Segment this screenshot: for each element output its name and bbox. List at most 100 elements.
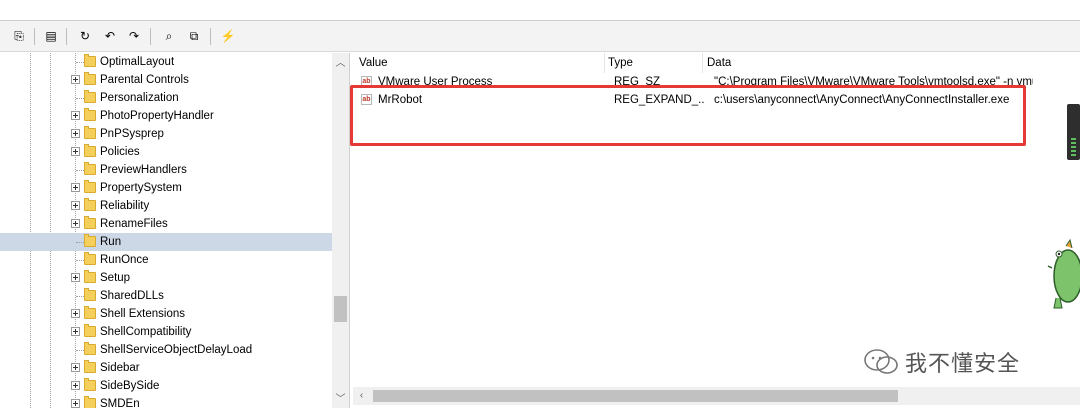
tree-item[interactable]: Policies [0, 143, 332, 161]
forward-icon[interactable]: ↷ [125, 27, 143, 45]
folder-icon [84, 54, 96, 67]
tree-item[interactable]: Parental Controls [0, 71, 332, 89]
toolbar-separator [34, 28, 35, 45]
expand-icon[interactable] [71, 111, 80, 120]
folder-icon [84, 324, 96, 337]
expand-icon[interactable] [71, 183, 80, 192]
expand-icon[interactable] [71, 129, 80, 138]
meter-bar [1071, 142, 1076, 144]
tree-item[interactable]: PropertySystem [0, 179, 332, 197]
tree-item-label: PnPSysprep [100, 128, 164, 140]
tree-item-label: SideBySide [100, 380, 160, 392]
toolbar: ⎘ ▤ ↻ ↶ ↷ ⌕ ⧉ ⚡ [0, 21, 1080, 52]
folder-icon [84, 126, 96, 139]
tree-item[interactable]: ShellServiceObjectDelayLoad [0, 341, 332, 359]
folder-icon [84, 198, 96, 211]
folder-icon [84, 72, 96, 85]
tree-item[interactable]: PnPSysprep [0, 125, 332, 143]
tree-item-label: Parental Controls [100, 74, 189, 86]
folder-icon [84, 288, 96, 301]
tree-item-label: ShellServiceObjectDelayLoad [100, 344, 253, 356]
toolbar-separator [210, 28, 211, 45]
tree-item[interactable]: Shell Extensions [0, 305, 332, 323]
window-top-strip [0, 0, 1080, 21]
tree-item-label: RenameFiles [100, 218, 168, 230]
tree-item[interactable]: SharedDLLs [0, 287, 332, 305]
export-icon[interactable]: ⧉ [185, 27, 203, 45]
tree-connector [76, 260, 84, 261]
expand-icon[interactable] [71, 201, 80, 210]
tree-connector [76, 170, 84, 171]
folder-icon [84, 90, 96, 103]
tree-item[interactable]: Reliability [0, 197, 332, 215]
tree-item-label: SharedDLLs [100, 290, 164, 302]
expand-icon[interactable] [71, 381, 80, 390]
jump-icon[interactable]: ⚡ [219, 27, 237, 45]
expand-icon[interactable] [71, 273, 80, 282]
scroll-down-icon[interactable]: ﹀ [332, 389, 349, 406]
folder-icon [84, 252, 96, 265]
wechat-icon [864, 349, 898, 374]
tree-vertical-scrollbar[interactable]: ︿ ﹀ [332, 53, 349, 408]
scroll-up-icon[interactable]: ︿ [332, 53, 349, 70]
copy-icon[interactable]: ⎘ [10, 27, 28, 45]
tree-item-label: Sidebar [100, 362, 140, 374]
expand-icon[interactable] [71, 147, 80, 156]
tree-connector [76, 350, 84, 351]
column-header-value[interactable]: Value [359, 53, 599, 73]
tree-connector [76, 296, 84, 297]
tree-item-label: PropertySystem [100, 182, 182, 194]
meter-bar [1071, 154, 1076, 156]
expand-icon[interactable] [71, 327, 80, 336]
expand-icon[interactable] [71, 75, 80, 84]
expand-icon[interactable] [71, 219, 80, 228]
tree-item[interactable]: Sidebar [0, 359, 332, 377]
tree-item[interactable]: Setup [0, 269, 332, 287]
folder-icon [84, 306, 96, 319]
tree-item-label: PhotoPropertyHandler [100, 110, 214, 122]
folder-icon [84, 378, 96, 391]
expand-icon[interactable] [71, 399, 80, 408]
tree-item[interactable]: PhotoPropertyHandler [0, 107, 332, 125]
folder-icon [84, 396, 96, 408]
tree-item-label: PreviewHandlers [100, 164, 187, 176]
registry-tree[interactable]: OptimalLayout Parental Controls Personal… [0, 53, 350, 408]
column-header-data[interactable]: Data [707, 53, 1007, 73]
tree-item[interactable]: PreviewHandlers [0, 161, 332, 179]
tree-item[interactable]: OptimalLayout [0, 53, 332, 71]
meter-bar [1071, 146, 1076, 148]
tree-item[interactable]: RenameFiles [0, 215, 332, 233]
folder-icon [84, 360, 96, 373]
tree-item-label: Personalization [100, 92, 179, 104]
watermark-text: 我不懂安全 [905, 351, 1021, 376]
scroll-left-icon[interactable]: ‹ [353, 387, 370, 404]
expand-icon[interactable] [71, 363, 80, 372]
scrollbar-thumb[interactable] [373, 390, 898, 402]
refresh-icon[interactable]: ↻ [76, 27, 94, 45]
tree-item[interactable]: SideBySide [0, 377, 332, 395]
dinosaur-mascot-icon [1047, 238, 1080, 309]
tree-item[interactable]: Personalization [0, 89, 332, 107]
tree-item[interactable]: ShellCompatibility [0, 323, 332, 341]
watermark: 我不懂安全 [863, 345, 1020, 379]
properties-icon[interactable]: ▤ [42, 27, 60, 45]
tree-item-label: SMDEn [100, 398, 140, 408]
tree-item[interactable]: RunOnce [0, 251, 332, 269]
tree-item-label: Setup [100, 272, 131, 284]
tree-item-selected[interactable]: Run [0, 233, 332, 251]
column-separator[interactable] [604, 53, 605, 73]
tree-item-label: Shell Extensions [100, 308, 186, 320]
expand-icon[interactable] [71, 309, 80, 318]
list-horizontal-scrollbar[interactable]: ‹ [353, 387, 1080, 405]
column-header-type[interactable]: Type [608, 53, 698, 73]
tree-item-label: Policies [100, 146, 140, 158]
column-separator[interactable] [702, 53, 703, 73]
folder-icon [84, 234, 96, 247]
folder-icon [84, 216, 96, 229]
folder-icon [84, 180, 96, 193]
tree-item[interactable]: SMDEn [0, 395, 332, 408]
find-icon[interactable]: ⌕ [160, 27, 178, 45]
scrollbar-thumb[interactable] [334, 296, 347, 322]
tree-item-label: Run [100, 236, 122, 248]
back-icon[interactable]: ↶ [101, 27, 119, 45]
